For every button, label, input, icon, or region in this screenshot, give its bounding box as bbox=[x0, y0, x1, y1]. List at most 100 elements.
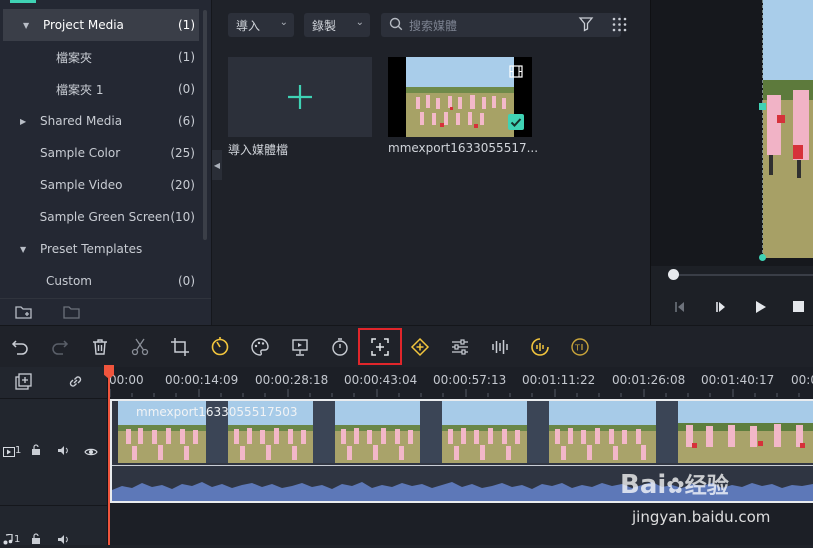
audio-track-icon bbox=[3, 533, 13, 548]
progress-scrubber[interactable] bbox=[668, 269, 679, 280]
record-dropdown-label: 錄製 bbox=[312, 18, 337, 33]
media-clip-tile[interactable] bbox=[388, 57, 532, 137]
ruler-label: 00:01:40:17 bbox=[701, 373, 775, 387]
clip-frame bbox=[678, 401, 813, 463]
audio-mix-icon[interactable] bbox=[487, 334, 513, 360]
speaker-icon[interactable] bbox=[57, 534, 70, 548]
tree-item-label: 檔案夾 bbox=[56, 50, 93, 65]
stabilize-icon[interactable] bbox=[287, 334, 313, 360]
tree-item-shared-media[interactable]: ▶ Shared Media (6) bbox=[0, 105, 199, 137]
speed-icon[interactable] bbox=[207, 334, 233, 360]
import-dropdown[interactable]: 導入 ⌄ bbox=[228, 13, 294, 37]
ruler-label: 00:0 bbox=[791, 373, 813, 387]
record-dropdown[interactable]: 錄製 ⌄ bbox=[304, 13, 370, 37]
tree-item-custom[interactable]: Custom (0) bbox=[0, 265, 199, 297]
clip-frame bbox=[442, 401, 527, 463]
clip-frame bbox=[549, 401, 656, 463]
clip-gap bbox=[527, 401, 549, 463]
play-icon[interactable] bbox=[753, 300, 767, 317]
preview-panel bbox=[650, 0, 813, 325]
next-frame-icon[interactable] bbox=[713, 300, 727, 317]
eye-icon[interactable] bbox=[84, 446, 98, 460]
undo-icon[interactable] bbox=[7, 334, 33, 360]
tree-item-label: Project Media bbox=[43, 18, 124, 32]
svg-text:T: T bbox=[574, 344, 580, 353]
duration-icon[interactable] bbox=[327, 334, 353, 360]
ruler-label: 00:00:14:09 bbox=[165, 373, 239, 387]
tree-item-sample-green-screen[interactable]: Sample Green Screen (10) bbox=[0, 201, 199, 233]
audio-track-number: 1 bbox=[14, 534, 21, 545]
ruler-label: 00:01:11:22 bbox=[522, 373, 596, 387]
tree-item-label: Shared Media bbox=[40, 114, 123, 128]
tree-item-label: Sample Color bbox=[40, 146, 121, 160]
divider bbox=[0, 505, 107, 506]
library-scrollbar[interactable] bbox=[203, 10, 207, 240]
expand-arrow-icon[interactable]: ▼ bbox=[20, 245, 30, 254]
ruler-label: 00:01:26:08 bbox=[612, 373, 686, 387]
expand-arrow-icon[interactable]: ▼ bbox=[23, 21, 33, 30]
check-mark-icon bbox=[508, 114, 524, 130]
tree-item-label: Custom bbox=[46, 274, 92, 288]
time-ruler[interactable]: 00:00 00:00:14:09 00:00:28:18 00:00:43:0… bbox=[108, 367, 813, 397]
tree-item-sample-color[interactable]: Sample Color (25) bbox=[0, 137, 199, 169]
transform-handle[interactable] bbox=[759, 254, 766, 261]
progress-track[interactable] bbox=[673, 274, 813, 276]
clip-thumbnail bbox=[406, 57, 514, 137]
tree-item-count: (10) bbox=[170, 210, 195, 224]
tree-item-label: Preset Templates bbox=[40, 242, 143, 256]
search-icon bbox=[389, 17, 403, 34]
clip-name-label: mmexport1633055517503 bbox=[136, 405, 298, 419]
panel-collapse-handle[interactable]: ◀ bbox=[212, 150, 222, 180]
video-track-number: 1 bbox=[15, 445, 22, 456]
transform-handle[interactable] bbox=[759, 103, 766, 110]
speaker-icon[interactable] bbox=[57, 445, 70, 459]
crop-zoom-icon[interactable] bbox=[367, 334, 393, 360]
tree-item-label: 檔案夾 1 bbox=[56, 82, 104, 97]
tree-item-folder-1[interactable]: 檔案夾 1 (0) bbox=[0, 73, 199, 105]
adjust-icon[interactable] bbox=[447, 334, 473, 360]
video-clip[interactable]: mmexport1633055517503 bbox=[110, 399, 813, 503]
tree-item-count: (0) bbox=[178, 82, 195, 96]
color-icon[interactable] bbox=[247, 334, 273, 360]
add-plus-icon bbox=[286, 83, 314, 114]
chevron-down-icon: ⌄ bbox=[279, 17, 288, 28]
divider bbox=[0, 398, 107, 399]
tree-item-folder[interactable]: 檔案夾 (1) bbox=[0, 41, 199, 73]
edit-toolbar: T bbox=[0, 325, 813, 367]
redo-icon[interactable] bbox=[47, 334, 73, 360]
keyframe-icon[interactable] bbox=[407, 334, 433, 360]
preview-video-frame[interactable] bbox=[762, 0, 813, 258]
crop-icon[interactable] bbox=[167, 334, 193, 360]
link-icon[interactable] bbox=[67, 373, 84, 393]
lock-icon[interactable] bbox=[31, 444, 41, 459]
clip-tile-label: mmexport1633055517... bbox=[388, 141, 539, 155]
ruler-label: 00:00:43:04 bbox=[344, 373, 418, 387]
prev-frame-icon[interactable] bbox=[673, 300, 687, 317]
lock-icon[interactable] bbox=[31, 533, 41, 548]
clip-gap bbox=[656, 401, 678, 463]
silence-detect-icon[interactable] bbox=[527, 334, 553, 360]
media-area: 導入 ⌄ 錄製 ⌄ 搜索媒體 導入媒體檔 mmexport1633055517.… bbox=[213, 0, 649, 325]
folder-icon[interactable] bbox=[63, 304, 81, 323]
tree-item-sample-video[interactable]: Sample Video (20) bbox=[0, 169, 199, 201]
filter-icon[interactable] bbox=[578, 16, 594, 35]
playhead-line[interactable] bbox=[108, 367, 110, 545]
tree-item-preset-templates[interactable]: ▼ Preset Templates bbox=[0, 233, 199, 265]
ruler-label: 00:00:57:13 bbox=[433, 373, 507, 387]
import-media-tile[interactable] bbox=[228, 57, 372, 137]
clip-gap bbox=[313, 401, 335, 463]
delete-icon[interactable] bbox=[87, 334, 113, 360]
library-tab-indicator bbox=[10, 0, 36, 3]
speech-to-text-icon[interactable]: T bbox=[567, 334, 593, 360]
audio-waveform bbox=[112, 465, 813, 501]
ruler-label: 00:00 bbox=[109, 373, 144, 387]
expand-arrow-icon[interactable]: ▶ bbox=[20, 117, 30, 126]
tree-item-count: (25) bbox=[170, 146, 195, 160]
new-folder-icon[interactable] bbox=[15, 304, 33, 323]
grid-view-icon[interactable] bbox=[612, 17, 627, 35]
tree-item-project-media[interactable]: ▼ Project Media (1) bbox=[3, 9, 199, 41]
cut-icon[interactable] bbox=[127, 334, 153, 360]
clip-gap bbox=[420, 401, 442, 463]
stop-icon[interactable] bbox=[793, 301, 804, 312]
add-track-icon[interactable] bbox=[15, 373, 32, 393]
